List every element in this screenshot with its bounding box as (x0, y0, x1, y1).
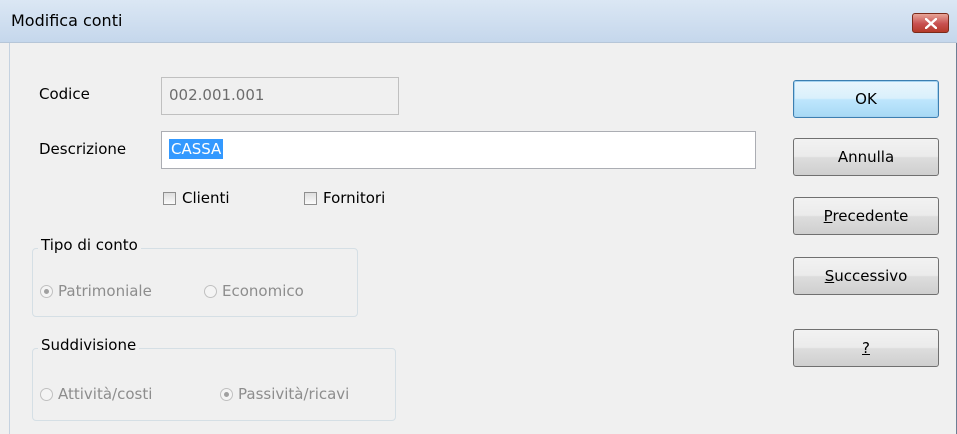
descrizione-input[interactable]: CASSA (161, 131, 756, 169)
successivo-label: uccessivo (834, 267, 908, 285)
radio-passivita-ricavi[interactable]: Passività/ricavi (220, 385, 349, 403)
codice-field: 002.001.001 (161, 77, 399, 115)
dialog-window: Modifica conti Codice 002.001.001 Descri… (0, 0, 957, 434)
fornitori-checkbox-box[interactable] (304, 191, 317, 205)
clienti-checkbox[interactable]: Clienti (163, 189, 230, 207)
radio-patrimoniale[interactable]: Patrimoniale (40, 282, 152, 300)
help-button[interactable]: ? (793, 329, 939, 367)
radio-economico-label: Economico (222, 282, 304, 300)
tipo-di-conto-legend: Tipo di conto (38, 236, 141, 254)
radio-attivita-costi[interactable]: Attività/costi (40, 385, 152, 403)
fornitori-label: Fornitori (323, 189, 386, 207)
window-title: Modifica conti (11, 11, 123, 30)
radio-patrimoniale-indicator[interactable] (40, 284, 53, 298)
codice-value: 002.001.001 (169, 86, 265, 104)
help-label: ? (862, 339, 870, 357)
annulla-button[interactable]: Annulla (793, 138, 939, 176)
close-icon (925, 18, 937, 29)
precedente-button[interactable]: Precedente (793, 197, 939, 235)
close-button[interactable] (912, 13, 949, 33)
precedente-label: recedente (832, 207, 909, 225)
clienti-checkbox-box[interactable] (163, 191, 176, 205)
fornitori-checkbox[interactable]: Fornitori (304, 189, 385, 207)
radio-economico-indicator[interactable] (204, 284, 217, 298)
codice-label: Codice (39, 85, 90, 103)
descrizione-value: CASSA (169, 139, 224, 159)
radio-patrimoniale-label: Patrimoniale (58, 282, 152, 300)
successivo-mnemonic: S (824, 267, 835, 285)
descrizione-label: Descrizione (39, 140, 127, 158)
suddivisione-group: Suddivisione Attività/costi Passività/ri… (32, 336, 396, 421)
radio-economico[interactable]: Economico (204, 282, 304, 300)
radio-attivita-costi-label: Attività/costi (58, 385, 153, 403)
title-bar[interactable]: Modifica conti (0, 0, 957, 43)
dialog-content: Codice 002.001.001 Descrizione CASSA Cli… (9, 43, 956, 434)
successivo-button[interactable]: Successivo (793, 257, 939, 295)
tipo-di-conto-group: Tipo di conto Patrimoniale Economico (32, 236, 358, 317)
suddivisione-legend: Suddivisione (38, 336, 140, 354)
radio-passivita-ricavi-label: Passività/ricavi (238, 385, 350, 403)
radio-passivita-ricavi-indicator[interactable] (220, 387, 233, 401)
ok-button[interactable]: OK (793, 80, 939, 118)
clienti-label: Clienti (182, 189, 230, 207)
radio-attivita-costi-indicator[interactable] (40, 387, 53, 401)
